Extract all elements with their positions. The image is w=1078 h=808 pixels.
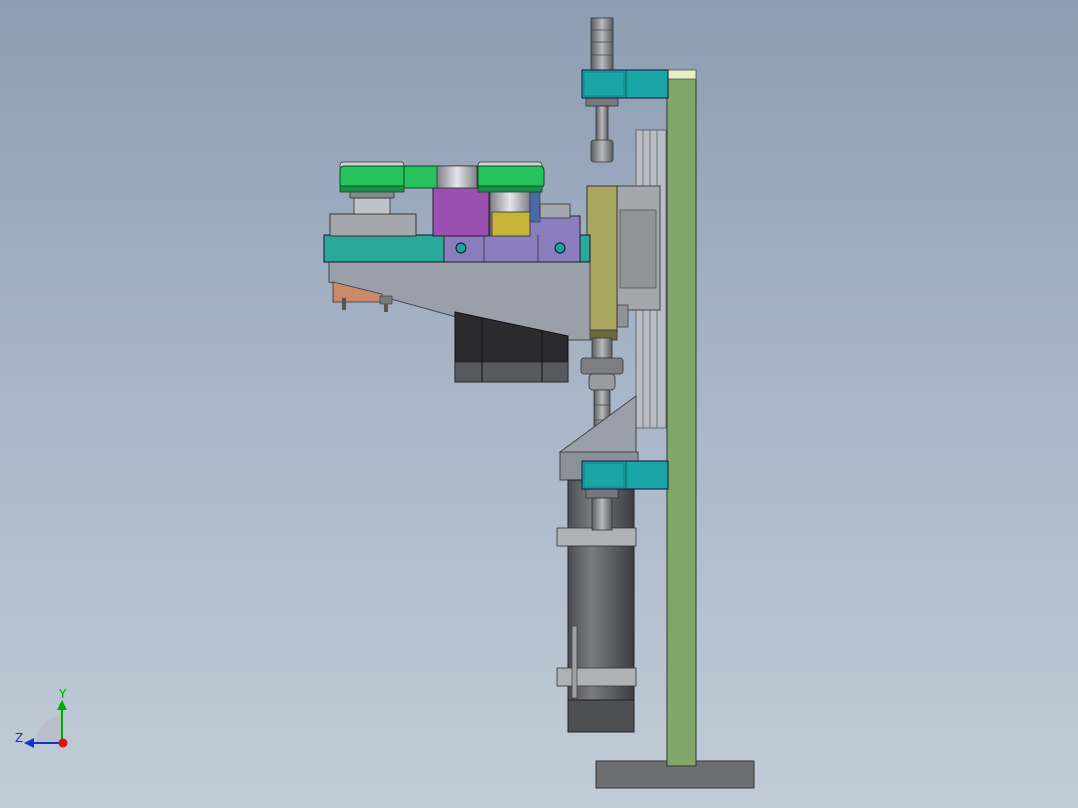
slider-carriage [615, 185, 661, 328]
slider-block [586, 185, 618, 333]
upright-plate-cap [666, 69, 697, 80]
left-bearing-block [329, 185, 417, 237]
mechanical-assembly: Y Z [15, 17, 755, 789]
z-axis-label: Z [15, 731, 23, 745]
top-clamp-block [581, 69, 669, 99]
upright-plate [666, 71, 697, 767]
belt-pulley-system [339, 161, 545, 193]
y-axis-label: Y [58, 687, 67, 701]
cad-viewport[interactable]: Y Z [0, 0, 1078, 808]
purple-block [432, 185, 490, 237]
coordinate-triad: Y Z [15, 687, 68, 748]
bottom-clamp-block [581, 460, 669, 490]
bottom-cylinder [556, 479, 637, 733]
x-axis-dot [58, 738, 68, 748]
